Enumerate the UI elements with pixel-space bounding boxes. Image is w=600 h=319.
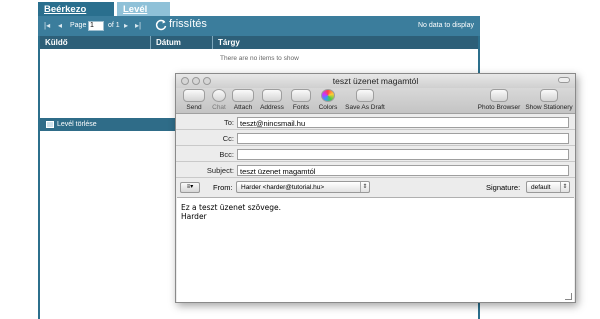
chevron-updown-icon: ⇕ bbox=[360, 182, 369, 192]
cc-row: Cc: bbox=[176, 131, 575, 146]
tab-inbox[interactable]: Beérkezo levelek bbox=[38, 2, 114, 26]
column-header: Küldő Dátum Tárgy bbox=[40, 36, 478, 49]
body-line: Ez a teszt üzenet szövege. bbox=[181, 203, 282, 212]
last-page-icon[interactable]: ▸| bbox=[135, 21, 141, 30]
signature-label: Signature: bbox=[486, 183, 521, 192]
prev-page-icon[interactable]: ◂ bbox=[58, 21, 62, 30]
next-page-icon[interactable]: ▸ bbox=[124, 21, 128, 30]
colors-label: Colors bbox=[318, 104, 338, 111]
empty-list-message: There are no items to show bbox=[220, 55, 299, 62]
subject-label: Subject: bbox=[206, 166, 234, 175]
refresh-button[interactable]: frissítés bbox=[169, 18, 207, 30]
subject-row: Subject: teszt üzenet magamtól bbox=[176, 163, 575, 178]
signature-select[interactable]: default ⇕ bbox=[526, 181, 570, 193]
from-value: Harder <harder@tutorial.hu> bbox=[241, 184, 325, 191]
photo-browser-icon bbox=[490, 89, 508, 102]
body-line: Harder bbox=[181, 212, 207, 221]
chevron-updown-icon: ⇕ bbox=[560, 182, 569, 192]
column-sender[interactable]: Küldő bbox=[45, 38, 68, 47]
refresh-icon[interactable] bbox=[155, 19, 167, 31]
fonts-label: Fonts bbox=[292, 104, 310, 111]
show-stationery-label: Show Stationery bbox=[525, 104, 573, 111]
mail-toolbar: Send Chat Attach Address Fonts Colors Sa… bbox=[176, 88, 575, 114]
send-icon bbox=[183, 89, 205, 102]
bcc-field[interactable] bbox=[237, 149, 569, 160]
page-count: of 1 bbox=[108, 22, 120, 29]
chat-label: Chat bbox=[212, 104, 226, 111]
attach-button[interactable]: Attach bbox=[231, 89, 255, 111]
bcc-row: Bcc: bbox=[176, 147, 575, 162]
address-book-icon bbox=[262, 89, 282, 102]
send-label: Send bbox=[186, 104, 202, 111]
show-stationery-button[interactable]: Show Stationery bbox=[525, 89, 573, 111]
attach-label: Attach bbox=[233, 104, 253, 111]
column-divider bbox=[150, 36, 151, 49]
to-field[interactable]: teszt@nincsmail.hu bbox=[237, 117, 569, 128]
delete-mail-bar[interactable]: Levél törlése bbox=[40, 118, 176, 131]
save-draft-button[interactable]: Save As Draft bbox=[343, 89, 387, 111]
column-subject[interactable]: Tárgy bbox=[218, 38, 240, 47]
tab-compose[interactable]: Levél írása bbox=[117, 2, 170, 26]
paperclip-icon bbox=[232, 89, 254, 102]
message-body[interactable]: Ez a teszt üzenet szövege. Harder bbox=[177, 197, 574, 302]
address-label: Address bbox=[260, 104, 284, 111]
header-options-button[interactable]: ≡▾ bbox=[180, 182, 200, 193]
first-page-icon[interactable]: |◂ bbox=[44, 21, 50, 30]
chat-button[interactable]: Chat bbox=[208, 89, 230, 111]
toolbar-toggle-icon[interactable] bbox=[558, 77, 570, 83]
chat-icon bbox=[212, 89, 226, 102]
bcc-label: Bcc: bbox=[219, 150, 234, 159]
stationery-icon bbox=[540, 89, 558, 102]
page-label: Page bbox=[70, 22, 87, 29]
page-input[interactable]: 1 bbox=[88, 21, 104, 31]
column-date[interactable]: Dátum bbox=[156, 38, 181, 47]
mail-icon bbox=[46, 121, 54, 128]
cc-field[interactable] bbox=[237, 133, 569, 144]
title-bar[interactable]: teszt üzenet magamtól bbox=[176, 74, 575, 88]
column-divider bbox=[212, 36, 213, 49]
no-data-text: No data to display bbox=[417, 22, 474, 29]
draft-icon bbox=[356, 89, 374, 102]
colors-button[interactable]: Colors bbox=[316, 89, 340, 111]
from-label: From: bbox=[213, 183, 233, 192]
delete-mail-button[interactable]: Levél törlése bbox=[57, 121, 97, 128]
subject-field[interactable]: teszt üzenet magamtól bbox=[237, 165, 569, 176]
save-draft-label: Save As Draft bbox=[345, 104, 385, 111]
resize-grip-icon[interactable] bbox=[565, 293, 572, 300]
from-select[interactable]: Harder <harder@tutorial.hu> ⇕ bbox=[236, 181, 370, 193]
pager-toolbar: |◂ ◂ Page 1 of 1 ▸ ▸| frissítés No data … bbox=[38, 16, 480, 36]
window-title: teszt üzenet magamtól bbox=[332, 76, 419, 86]
cc-label: Cc: bbox=[222, 134, 234, 143]
fonts-button[interactable]: Fonts bbox=[289, 89, 313, 111]
send-button[interactable]: Send bbox=[181, 89, 207, 111]
photo-browser-button[interactable]: Photo Browser bbox=[477, 89, 521, 111]
color-wheel-icon bbox=[321, 89, 335, 102]
photo-browser-label: Photo Browser bbox=[477, 104, 521, 111]
compose-window: teszt üzenet magamtól Send Chat Attach A… bbox=[175, 73, 576, 303]
signature-value: default bbox=[531, 184, 551, 191]
to-label: To: bbox=[223, 118, 234, 127]
address-button[interactable]: Address bbox=[258, 89, 286, 111]
fonts-icon bbox=[291, 89, 311, 102]
from-row: ≡▾ From: Harder <harder@tutorial.hu> ⇕ S… bbox=[176, 179, 575, 196]
to-row: To: teszt@nincsmail.hu bbox=[176, 115, 575, 130]
